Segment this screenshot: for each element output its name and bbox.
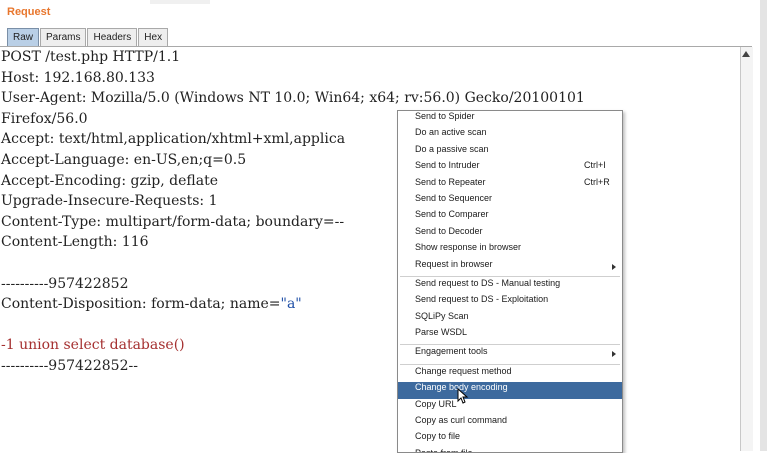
menu-item-label: Copy to file — [415, 431, 461, 442]
request-line: Host: 192.168.80.133 — [1, 69, 155, 86]
string-value: "a" — [280, 296, 302, 313]
menu-item-change-request-method[interactable]: Change request method — [398, 366, 622, 382]
menu-item-send-to-repeater[interactable]: Send to Repeater Ctrl+R — [398, 177, 622, 193]
menu-item-do-an-active-scan[interactable]: Do an active scan — [398, 127, 622, 143]
request-line: Firefox/56.0 — [1, 110, 88, 127]
request-line — [0, 253, 740, 274]
menu-item-label: Send to Intruder — [415, 160, 480, 171]
top-edge-artifact — [150, 0, 210, 4]
menu-item-label: Change request method — [415, 365, 512, 376]
request-line: Accept-Encoding: gzip, deflate — [1, 172, 219, 189]
menu-separator — [400, 344, 620, 346]
submenu-arrow-icon — [612, 351, 616, 358]
menu-separator — [400, 275, 620, 277]
menu-shortcut: Ctrl+I — [584, 160, 606, 171]
request-line: Content-Length: 116 — [1, 234, 149, 251]
context-menu: Send to Spider Do an active scan Do a pass… — [397, 110, 623, 453]
menu-item-engagement-tools[interactable]: Engagement tools — [398, 346, 622, 362]
menu-item-copy-url[interactable]: Copy URL — [398, 399, 622, 415]
menu-item-copy-to-file[interactable]: Copy to file — [398, 431, 622, 447]
menu-item-parse-wsdl[interactable]: Parse WSDL — [398, 327, 622, 343]
request-line: Content-Disposition: form-data; name="a" — [0, 294, 740, 315]
request-line: ----------957422852 — [1, 275, 129, 292]
menu-item-label: Paste from file — [415, 447, 473, 453]
request-line — [0, 315, 740, 336]
request-line: Accept-Language: en-US,en;q=0.5 — [1, 151, 247, 168]
request-line: -1 union select database() — [1, 337, 185, 354]
menu-item-label: Send to Spider — [415, 111, 475, 121]
header-text: Content-Disposition: form-data; name= — [1, 296, 281, 313]
menu-item-change-body-encoding[interactable]: Change body encoding — [398, 382, 622, 399]
menu-separator — [400, 363, 620, 365]
menu-item-label: Send request to DS - Exploitation — [415, 294, 549, 305]
request-line: POST /test.php HTTP/1.1 — [1, 49, 181, 65]
menu-item-paste-from-file[interactable]: Paste from file — [398, 447, 622, 453]
vertical-scrollbar[interactable] — [740, 47, 753, 451]
menu-item-label: Engagement tools — [415, 346, 488, 357]
menu-item-label: SQLiPy Scan — [415, 310, 469, 321]
menu-item-send-request-to-ds-exploitation[interactable]: Send request to DS - Exploitation — [398, 294, 622, 310]
menu-shortcut: Ctrl+R — [584, 176, 610, 187]
request-line: Accept: text/html,application/xhtml+xml,… — [1, 131, 346, 148]
menu-item-send-to-sequencer[interactable]: Send to Sequencer — [398, 193, 622, 209]
menu-item-do-a-passive-scan[interactable]: Do a passive scan — [398, 144, 622, 160]
tab-raw[interactable]: Raw — [7, 28, 40, 46]
menu-item-send-to-intruder[interactable]: Send to Intruder Ctrl+I — [398, 160, 622, 176]
menu-item-label: Do an active scan — [415, 127, 487, 138]
tab-hex[interactable]: Hex — [138, 28, 169, 46]
menu-item-copy-as-curl-command[interactable]: Copy as curl command — [398, 415, 622, 431]
tab-params[interactable]: Params — [40, 28, 87, 46]
request-line: User-Agent: Mozilla/5.0 (Windows NT 10.0… — [1, 90, 585, 107]
request-line: Upgrade-Insecure-Requests: 1 — [1, 193, 218, 210]
menu-item-label: Send to Decoder — [415, 225, 483, 236]
menu-item-sqlipy-scan[interactable]: SQLiPy Scan — [398, 311, 622, 327]
menu-item-label: Copy as curl command — [415, 415, 508, 426]
panel-title: Request — [7, 6, 51, 18]
scroll-up-arrow-icon[interactable] — [742, 51, 750, 57]
window-edge — [760, 0, 767, 451]
mouse-cursor-icon — [457, 388, 469, 404]
menu-item-label: Send to Repeater — [415, 176, 486, 187]
menu-item-label: Do a passive scan — [415, 143, 489, 154]
menu-item-send-request-to-ds-manual-testing[interactable]: Send request to DS - Manual testing — [398, 278, 622, 294]
tab-headers[interactable]: Headers — [87, 28, 138, 46]
menu-item-send-to-spider[interactable]: Send to Spider — [398, 111, 622, 127]
request-line: Content-Type: multipart/form-data; bound… — [1, 213, 345, 230]
menu-item-label: Request in browser — [415, 258, 493, 269]
menu-item-label: Send to Sequencer — [415, 192, 493, 203]
request-line: ----------957422852-- — [1, 357, 138, 374]
request-editor[interactable]: POST /test.php HTTP/1.1 Host: 192.168.80.… — [0, 47, 740, 451]
menu-item-request-in-browser[interactable]: Request in browser — [398, 259, 622, 275]
menu-item-label: Send request to DS - Manual testing — [415, 277, 561, 288]
menu-item-label: Show response in browser — [415, 242, 522, 253]
menu-item-send-to-comparer[interactable]: Send to Comparer — [398, 209, 622, 225]
menu-item-send-to-decoder[interactable]: Send to Decoder — [398, 226, 622, 242]
menu-item-label: Send to Comparer — [415, 209, 489, 220]
view-tabs: Raw Params Headers Hex — [7, 28, 169, 46]
submenu-arrow-icon — [612, 263, 616, 270]
menu-item-label: Parse WSDL — [415, 327, 468, 338]
menu-item-show-response-in-browser[interactable]: Show response in browser — [398, 242, 622, 258]
menu-item-label: Copy URL — [415, 398, 457, 409]
